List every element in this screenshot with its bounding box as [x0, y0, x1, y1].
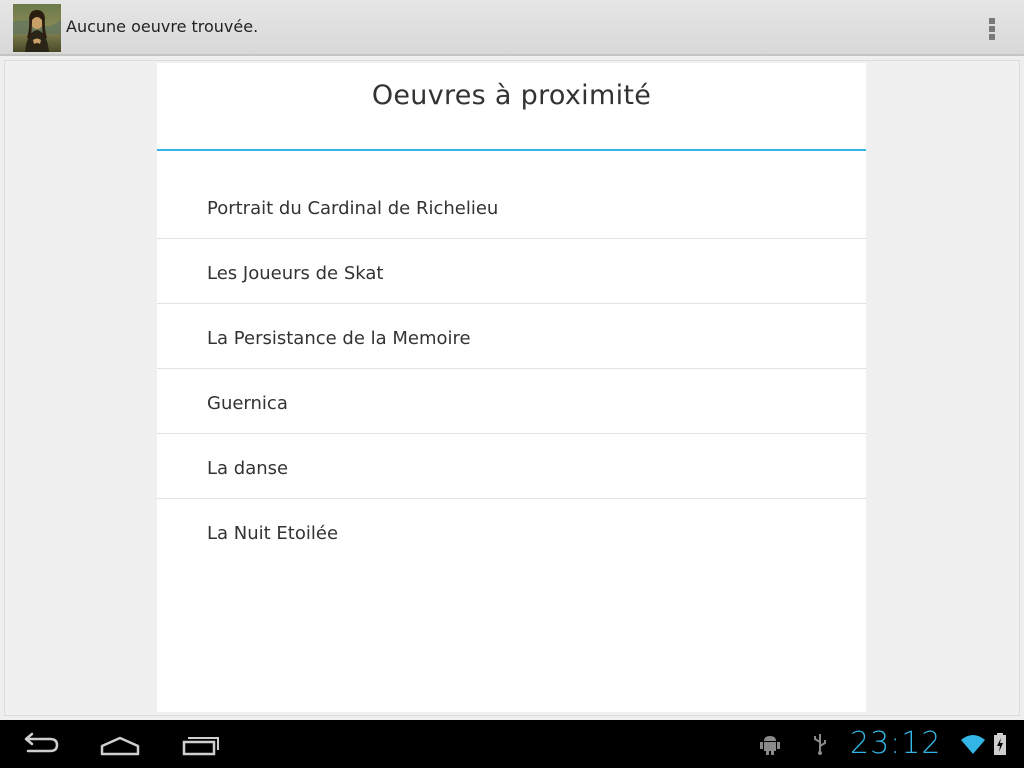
- list-item[interactable]: Portrait du Cardinal de Richelieu: [157, 174, 866, 239]
- back-icon[interactable]: [12, 724, 68, 764]
- list-item[interactable]: La Persistance de la Memoire: [157, 304, 866, 369]
- list-item[interactable]: Guernica: [157, 369, 866, 434]
- title-divider: [157, 149, 866, 151]
- list-item[interactable]: La Nuit Etoilée: [157, 499, 866, 563]
- list-item[interactable]: La danse: [157, 434, 866, 499]
- wifi-icon: [960, 732, 986, 756]
- panel-title: Oeuvres à proximité: [371, 80, 652, 111]
- list-item-label: La Persistance de la Memoire: [207, 328, 471, 349]
- nearby-artworks-panel: Oeuvres à proximité Portrait du Cardinal…: [157, 63, 866, 712]
- list-item[interactable]: Les Joueurs de Skat: [157, 239, 866, 304]
- recent-apps-icon[interactable]: [172, 724, 228, 764]
- list-item-label: La danse: [207, 458, 289, 479]
- overflow-menu-icon[interactable]: [972, 8, 1012, 48]
- status-clock: 23:12: [850, 726, 942, 761]
- battery-charging-icon: [993, 732, 1007, 756]
- system-nav-bar: 23:12: [0, 720, 1024, 768]
- app-title: Aucune oeuvre trouvée.: [66, 17, 259, 36]
- list-item-label: Les Joueurs de Skat: [207, 263, 384, 284]
- usb-icon: [808, 732, 832, 756]
- list-item-label: Guernica: [207, 393, 288, 414]
- action-bar: Aucune oeuvre trouvée.: [0, 0, 1024, 56]
- artwork-list: Portrait du Cardinal de Richelieu Les Jo…: [157, 174, 866, 563]
- list-item-label: La Nuit Etoilée: [207, 523, 339, 544]
- list-item-label: Portrait du Cardinal de Richelieu: [207, 198, 499, 219]
- mona-lisa-icon[interactable]: [13, 4, 61, 52]
- home-icon[interactable]: [92, 724, 148, 764]
- android-debug-icon: [758, 732, 782, 756]
